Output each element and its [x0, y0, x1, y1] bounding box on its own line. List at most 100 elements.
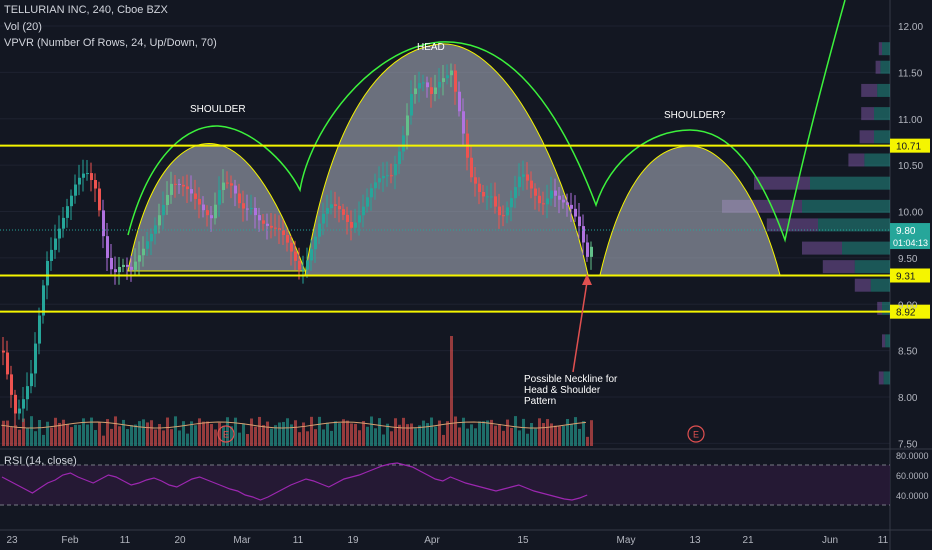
candle-body	[242, 203, 245, 209]
volume-bar	[258, 416, 261, 446]
candle-body	[390, 175, 393, 177]
earnings-marker-letter: E	[223, 430, 229, 440]
volume-bar	[430, 417, 433, 446]
volume-bar	[382, 434, 385, 446]
volume-indicator-label[interactable]: Vol (20)	[4, 21, 42, 33]
volume-bar	[566, 419, 569, 446]
vpvr-up-bar	[818, 218, 890, 232]
volume-bar	[214, 429, 217, 446]
volume-bar	[534, 428, 537, 446]
candle-body	[118, 266, 121, 273]
candle-body	[230, 183, 233, 186]
time-tick-label: Jun	[822, 535, 838, 546]
candle-body	[54, 238, 57, 250]
candle-body	[174, 183, 177, 185]
price-tick-label: 9.00	[898, 300, 918, 311]
price-tick-label: 10.50	[898, 161, 923, 172]
volume-bar	[30, 416, 33, 446]
candle-body	[414, 88, 417, 95]
candle-body	[262, 220, 265, 224]
candle-body	[442, 78, 445, 82]
candle-body	[138, 255, 141, 262]
rsi-indicator-label[interactable]: RSI (14, close)	[4, 455, 77, 467]
volume-bar	[590, 420, 593, 446]
volume-bar	[318, 416, 321, 446]
volume-bar	[94, 430, 97, 446]
candle-body	[310, 249, 313, 261]
volume-bar	[50, 427, 53, 446]
vpvr-down-bar	[875, 60, 881, 74]
volume-bar	[122, 419, 125, 446]
volume-bar	[66, 424, 69, 446]
candle-body	[270, 225, 273, 228]
candle-body	[478, 183, 481, 192]
candle-body	[534, 188, 537, 196]
candle-body	[198, 198, 201, 205]
volume-bar	[434, 426, 437, 446]
candle-body	[86, 173, 89, 175]
candle-body	[582, 226, 585, 243]
volume-bar	[406, 424, 409, 446]
candle-body	[238, 193, 241, 204]
volume-bar	[498, 423, 501, 446]
candle-body	[518, 176, 521, 188]
candle-body	[102, 210, 105, 237]
volume-bar	[470, 424, 473, 446]
vpvr-indicator-label[interactable]: VPVR (Number Of Rows, 24, Up/Down, 70)	[4, 37, 217, 49]
vpvr-up-bar	[870, 278, 890, 292]
candle-body	[350, 221, 353, 228]
candle-body	[502, 215, 505, 217]
volume-bar	[522, 418, 525, 446]
left-shoulder-label: SHOULDER	[190, 104, 246, 115]
price-tick-label: 10.00	[898, 208, 923, 219]
volume-bar	[34, 431, 37, 446]
volume-bar	[298, 432, 301, 446]
volume-bar	[378, 418, 381, 446]
volume-bar	[582, 421, 585, 446]
vpvr-up-bar	[874, 130, 890, 144]
candle-body	[298, 260, 301, 270]
earnings-marker-letter: E	[693, 430, 699, 440]
candle-body	[514, 187, 517, 199]
volume-bar	[42, 434, 45, 446]
volume-bar	[102, 435, 105, 446]
volume-bar	[358, 430, 361, 446]
volume-bar	[394, 418, 397, 446]
candle-body	[302, 269, 305, 271]
volume-bar	[454, 416, 457, 446]
price-tick-label: 11.00	[898, 115, 923, 126]
candle-body	[294, 251, 297, 261]
candle-body	[546, 198, 549, 205]
symbol-title[interactable]: TELLURIAN INC, 240, Cboe BZX	[4, 4, 168, 16]
volume-bar	[458, 427, 461, 446]
candle-body	[166, 194, 169, 205]
candle-body	[498, 206, 501, 216]
volume-bar	[510, 427, 513, 446]
candle-body	[574, 208, 577, 217]
candle-body	[194, 193, 197, 199]
candle-body	[150, 233, 153, 242]
volume-bar	[182, 421, 185, 446]
vpvr-down-bar	[848, 153, 865, 167]
volume-bar	[326, 422, 329, 446]
vpvr-down-bar	[766, 218, 818, 232]
vpvr-up-bar	[854, 260, 890, 274]
vpvr-up-bar	[885, 334, 890, 348]
candle-body	[18, 408, 21, 414]
volume-bar	[162, 430, 165, 446]
candle-body	[266, 223, 269, 226]
volume-bar	[310, 416, 313, 446]
time-tick-label: 13	[689, 535, 701, 546]
volume-bar	[558, 426, 561, 446]
candle-body	[486, 196, 489, 198]
candle-body	[182, 184, 185, 187]
price-tick-label: 8.00	[898, 393, 918, 404]
candle-body	[254, 207, 257, 216]
candle-body	[554, 190, 557, 196]
candle-body	[110, 257, 113, 270]
candle-body	[290, 242, 293, 252]
chart-canvas: 10.719.318.929.8001:04:13 80.000060.0000…	[0, 0, 932, 550]
candle-body	[334, 204, 337, 207]
candle-body	[494, 196, 497, 207]
neckline-note-line: Head & Shoulder	[524, 385, 601, 396]
